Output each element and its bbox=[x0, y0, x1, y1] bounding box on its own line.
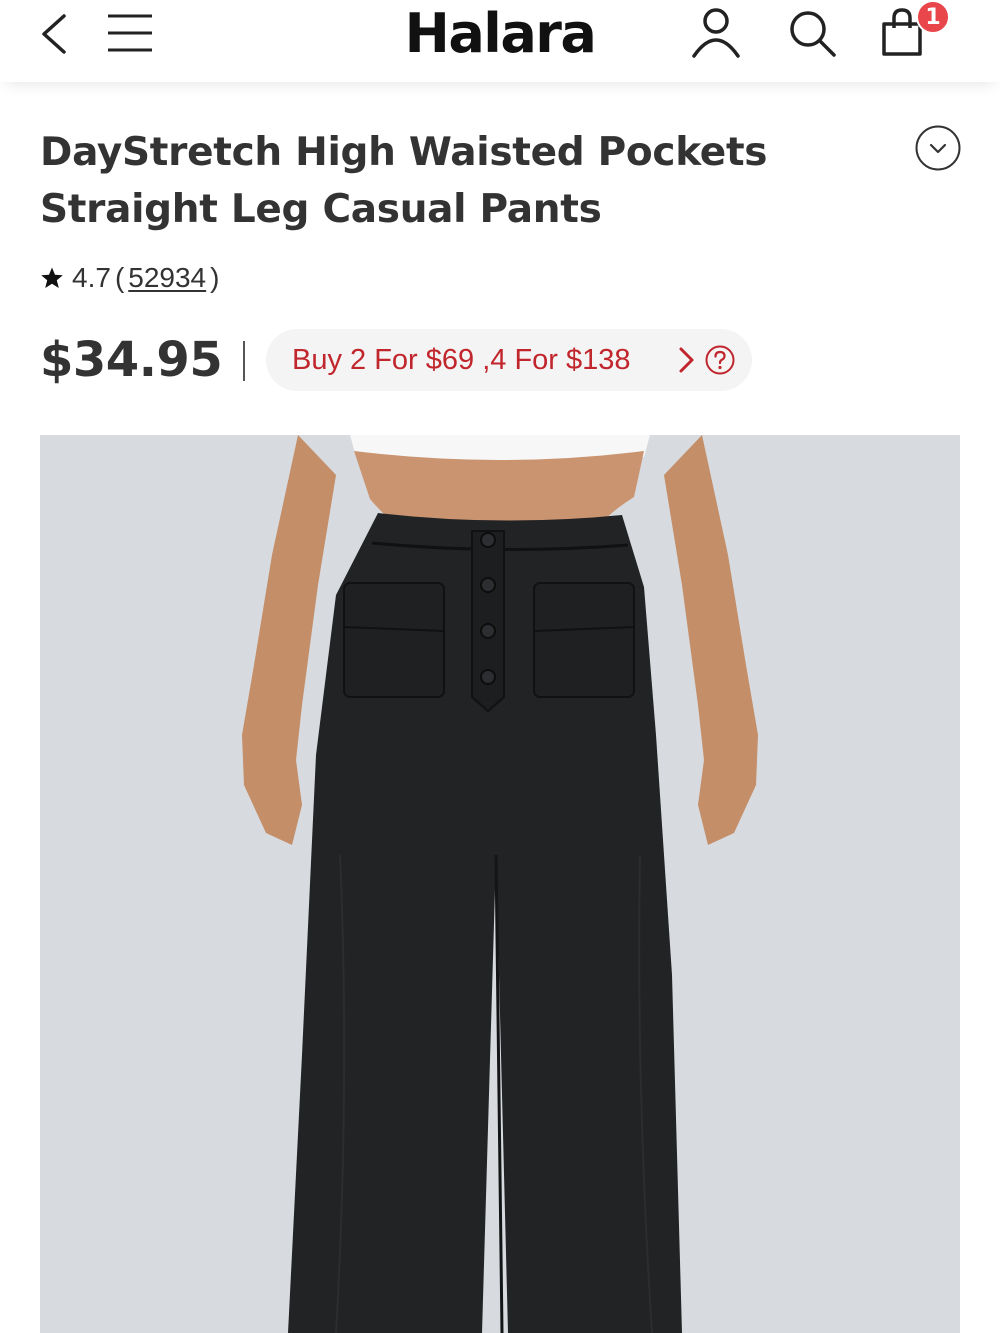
top-nav-bar: Halara 1 bbox=[0, 0, 1000, 82]
user-icon[interactable] bbox=[690, 6, 742, 60]
product-title: DayStretch High Waisted Pockets Straight… bbox=[40, 130, 768, 232]
rating-paren-close: ) bbox=[210, 262, 220, 293]
chevron-down-icon[interactable] bbox=[914, 124, 962, 172]
star-icon bbox=[41, 267, 63, 288]
pants-photo bbox=[40, 435, 960, 1333]
question-circle-icon[interactable] bbox=[704, 344, 736, 376]
product-image[interactable] bbox=[40, 435, 960, 1333]
cart-count-badge: 1 bbox=[916, 0, 950, 34]
rating-value: 4.7 bbox=[72, 262, 111, 293]
review-count-link[interactable]: 52934 bbox=[128, 262, 206, 294]
price-divider bbox=[243, 341, 245, 381]
promo-text: Buy 2 For $69 ,4 For $138 bbox=[292, 343, 631, 376]
product-price: $34.95 bbox=[40, 332, 223, 388]
chevron-right-icon[interactable] bbox=[676, 344, 698, 376]
rating-paren-open: ( bbox=[114, 262, 125, 293]
product-rating: 4.7 ( 52934 ) bbox=[40, 258, 223, 298]
brand-logo[interactable]: Halara bbox=[0, 2, 1000, 65]
search-icon[interactable] bbox=[786, 8, 838, 58]
